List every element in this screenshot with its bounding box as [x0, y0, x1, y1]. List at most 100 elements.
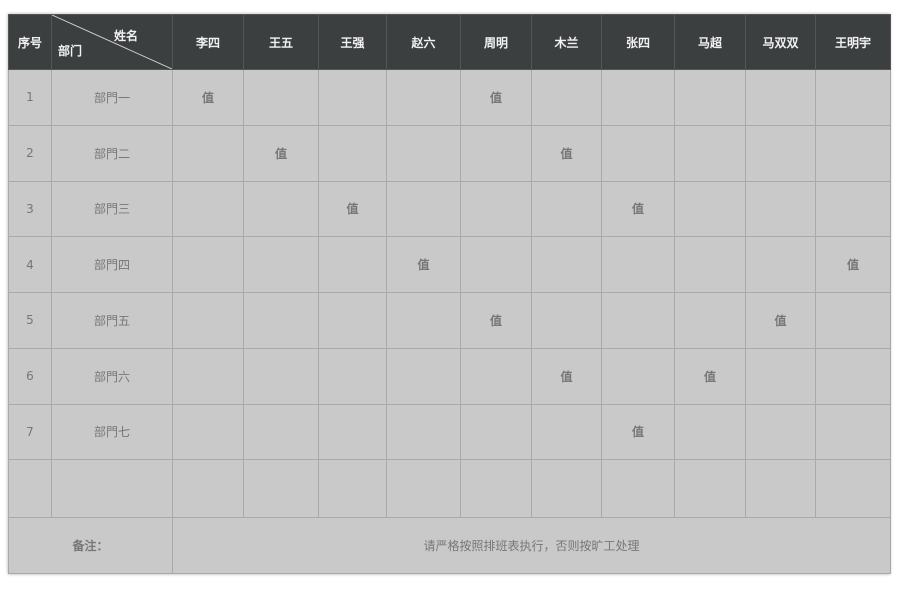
empty-cell: [243, 69, 319, 126]
row-department: 部門七: [51, 403, 173, 461]
empty-cell: [815, 124, 891, 182]
empty-cell: [243, 180, 319, 238]
row-department: 部門二: [51, 124, 173, 182]
blank-cell: [386, 459, 461, 519]
empty-cell: [243, 403, 319, 461]
empty-cell: [745, 69, 816, 126]
empty-cell: [601, 236, 675, 294]
empty-cell: [674, 180, 746, 238]
header-name: 张四: [601, 14, 675, 70]
empty-cell: [601, 69, 675, 126]
blank-cell: [601, 459, 675, 519]
table-row: 7 部門七 值: [8, 403, 891, 461]
header-diagonal-cell: 姓名 部门: [51, 14, 173, 70]
duty-mark-cell: 值: [243, 124, 319, 182]
empty-cell: [243, 292, 319, 349]
table-row: 4 部門四 值 值: [8, 236, 891, 294]
empty-cell: [674, 236, 746, 294]
blank-row: [8, 459, 891, 519]
empty-cell: [460, 124, 532, 182]
blank-cell: [815, 459, 891, 519]
empty-cell: [531, 69, 602, 126]
empty-cell: [460, 347, 532, 405]
empty-cell: [815, 180, 891, 238]
row-index: 3: [8, 180, 52, 238]
header-name: 王强: [318, 14, 387, 70]
empty-cell: [243, 347, 319, 405]
empty-cell: [601, 347, 675, 405]
blank-cell: [318, 459, 387, 519]
empty-cell: [243, 236, 319, 294]
blank-cell: [8, 459, 52, 519]
duty-mark-cell: 值: [745, 292, 816, 349]
table-row: 6 部門六 值 值: [8, 347, 891, 405]
empty-cell: [601, 292, 675, 349]
header-index: 序号: [8, 14, 52, 70]
duty-mark-cell: 值: [674, 347, 746, 405]
empty-cell: [172, 180, 244, 238]
header-name: 马双双: [745, 14, 816, 70]
row-department: 部門六: [51, 347, 173, 405]
header-name: 周明: [460, 14, 532, 70]
duty-mark-cell: 值: [815, 236, 891, 294]
empty-cell: [815, 403, 891, 461]
row-index: 2: [8, 124, 52, 182]
note-row: 备注： 请严格按照排班表执行，否则按旷工处理: [8, 517, 891, 574]
row-index: 6: [8, 347, 52, 405]
blank-cell: [674, 459, 746, 519]
duty-schedule-table: 序号 姓名 部门 李四 王五 王强 赵六 周明 木兰 张四 马超 马双双 王明宇: [8, 14, 891, 574]
empty-cell: [386, 403, 461, 461]
note-text: 请严格按照排班表执行，否则按旷工处理: [172, 517, 891, 574]
empty-cell: [601, 124, 675, 182]
blank-cell: [531, 459, 602, 519]
empty-cell: [815, 292, 891, 349]
table-row: 1 部門一值值: [8, 69, 891, 126]
duty-mark-cell: 值: [460, 69, 532, 126]
note-label: 备注：: [8, 517, 173, 574]
empty-cell: [674, 292, 746, 349]
empty-cell: [386, 69, 461, 126]
empty-cell: [172, 347, 244, 405]
empty-cell: [674, 124, 746, 182]
empty-cell: [318, 236, 387, 294]
empty-cell: [460, 236, 532, 294]
empty-cell: [745, 236, 816, 294]
header-name: 木兰: [531, 14, 602, 70]
empty-cell: [318, 403, 387, 461]
row-index: 5: [8, 292, 52, 349]
blank-cell: [745, 459, 816, 519]
empty-cell: [318, 69, 387, 126]
empty-cell: [531, 403, 602, 461]
empty-cell: [815, 69, 891, 126]
row-department: 部門五: [51, 292, 173, 349]
duty-mark-cell: 值: [601, 180, 675, 238]
empty-cell: [460, 403, 532, 461]
empty-cell: [531, 236, 602, 294]
empty-cell: [386, 180, 461, 238]
header-name: 马超: [674, 14, 746, 70]
empty-cell: [674, 69, 746, 126]
row-index: 1: [8, 69, 52, 126]
table-row: 2 部門二 值 值: [8, 124, 891, 182]
row-department: 部門一: [51, 69, 173, 126]
duty-mark-cell: 值: [531, 124, 602, 182]
empty-cell: [386, 347, 461, 405]
blank-cell: [172, 459, 244, 519]
empty-cell: [318, 347, 387, 405]
empty-cell: [815, 347, 891, 405]
empty-cell: [318, 124, 387, 182]
header-name: 王五: [243, 14, 319, 70]
table-row: 3 部門三 值 值: [8, 180, 891, 238]
duty-mark-cell: 值: [601, 403, 675, 461]
empty-cell: [745, 180, 816, 238]
empty-cell: [531, 180, 602, 238]
empty-cell: [386, 124, 461, 182]
duty-mark-cell: 值: [531, 347, 602, 405]
empty-cell: [531, 292, 602, 349]
duty-mark-cell: 值: [172, 69, 244, 126]
header-name-label: 姓名: [113, 29, 138, 43]
duty-mark-cell: 值: [460, 292, 532, 349]
empty-cell: [172, 124, 244, 182]
header-name: 王明宇: [815, 14, 891, 70]
empty-cell: [745, 403, 816, 461]
